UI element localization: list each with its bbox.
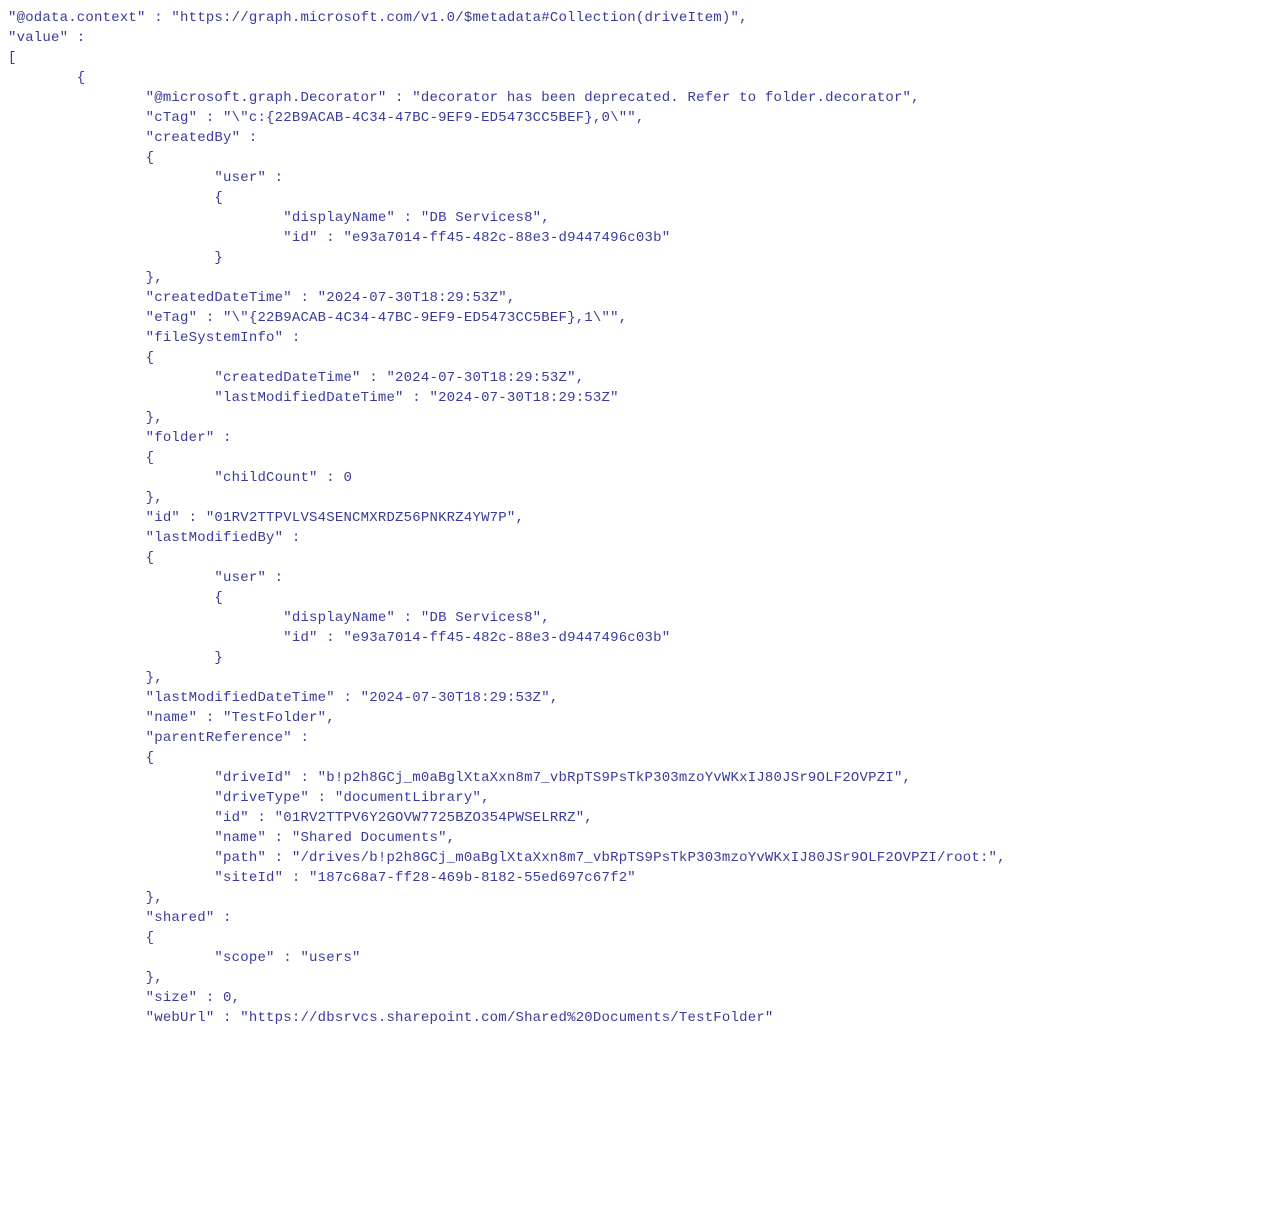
json-code-block: "@odata.context" : "https://graph.micros… — [8, 8, 1272, 1028]
